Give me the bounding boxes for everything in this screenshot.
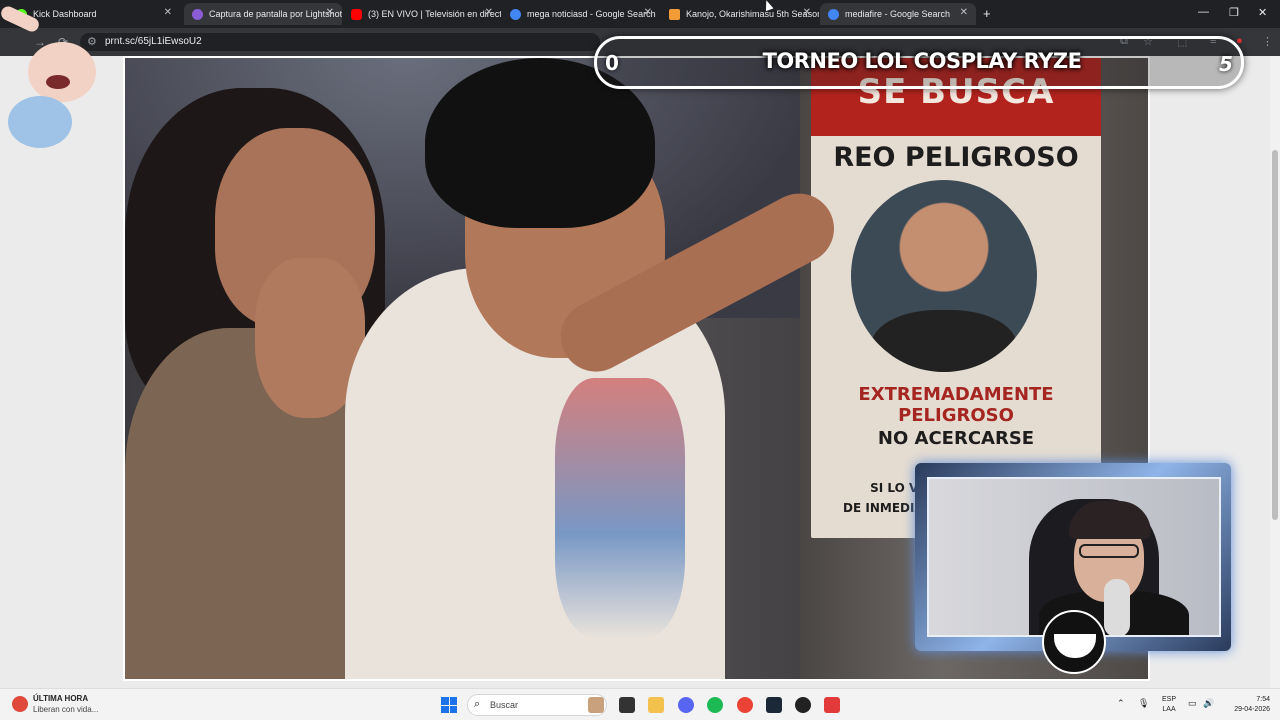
menu-kebab-icon[interactable]: ⋮ <box>1262 35 1273 48</box>
taskbar: ÚLTIMA HORA Liberan con vida... ⌕ Buscar… <box>0 688 1280 720</box>
tab-title: (3) EN VIVO | Televisión en directo <box>368 9 501 19</box>
right-score: 5 <box>1219 52 1233 76</box>
poster-title: REO PELIGROSO <box>833 142 1079 173</box>
tab-kanojo[interactable]: Kanojo, Okarishimasu 5th Season ✕ <box>661 3 819 25</box>
tab-bar: Kick Dashboard ✕ Captura de pantalla por… <box>0 0 1280 28</box>
steam-icon[interactable] <box>766 697 782 713</box>
cat-mascot-icon <box>1042 610 1106 674</box>
search-placeholder: Buscar <box>490 700 519 710</box>
task-view-icon[interactable] <box>619 697 635 713</box>
language-indicator[interactable]: ESP LAA <box>1162 695 1176 715</box>
url-text[interactable]: prnt.sc/65jL1iEwsoU2 <box>105 36 202 47</box>
tab-title: mega noticiasd - Google Search <box>527 9 656 19</box>
news-widget-subtitle[interactable]: Liberan con vida... <box>33 705 98 714</box>
clock-time: 7:54 <box>1256 696 1270 703</box>
poster-warning: EXTREMADAMENTE PELIGROSO <box>858 384 1054 426</box>
window-close-icon[interactable]: ✕ <box>1258 6 1267 19</box>
close-icon[interactable]: ✕ <box>644 7 652 18</box>
microphone-icon[interactable]: 🎙 <box>1138 698 1149 709</box>
app-badge-icon[interactable] <box>824 697 840 713</box>
close-icon[interactable]: ✕ <box>164 7 172 18</box>
minimize-icon[interactable]: — <box>1198 6 1209 18</box>
windows-start-icon[interactable] <box>441 697 457 713</box>
tab-lightshot[interactable]: Captura de pantalla por Lightshot ✕ <box>184 3 342 25</box>
close-icon[interactable]: ✕ <box>960 7 968 18</box>
close-icon[interactable]: ✕ <box>485 7 493 18</box>
search-highlight-icon[interactable] <box>588 697 604 713</box>
tab-en-vivo[interactable]: (3) EN VIVO | Televisión en directo ✕ <box>343 3 501 25</box>
baby-arm <box>1 6 39 32</box>
news-widget-title[interactable]: ÚLTIMA HORA <box>33 694 88 703</box>
cat-grin <box>1054 634 1096 658</box>
poster-instruction: NO ACERCARSE <box>877 428 1035 449</box>
streamer-glasses <box>1079 544 1139 558</box>
close-icon[interactable]: ✕ <box>803 7 811 18</box>
file-explorer-icon[interactable] <box>648 697 664 713</box>
keyboard-layout: LAA <box>1162 706 1176 713</box>
tab-mega-noticiasd[interactable]: mega noticiasd - Google Search ✕ <box>502 3 660 25</box>
baby-head <box>28 42 96 102</box>
baby-sticker <box>1 6 96 148</box>
baby-body <box>8 96 72 148</box>
streamer-cap <box>1069 501 1151 539</box>
spotify-icon[interactable] <box>707 697 723 713</box>
close-icon[interactable]: ✕ <box>326 7 334 18</box>
search-icon: ⌕ <box>474 698 481 710</box>
chrome-icon[interactable] <box>737 697 753 713</box>
tab-mediafire[interactable]: mediafire - Google Search ✕ <box>820 3 976 25</box>
clock-date: 29-04-2026 <box>1234 706 1270 713</box>
tray-expand-icon[interactable]: ⌃ <box>1117 698 1125 709</box>
network-icon[interactable]: ▭ <box>1188 698 1197 709</box>
system-clock[interactable]: 7:54 29-04-2026 <box>1222 695 1270 715</box>
mugshot-shirt <box>871 310 1017 372</box>
volume-icon[interactable]: 🔊 <box>1203 698 1214 709</box>
tab-title: Captura de pantalla por Lightshot <box>209 9 342 19</box>
tab-title: Kanojo, Okarishimasu 5th Season <box>686 9 819 19</box>
discord-icon[interactable] <box>678 697 694 713</box>
anime-site-icon <box>669 8 680 20</box>
obs-icon[interactable] <box>795 697 811 713</box>
language-code: ESP <box>1162 696 1177 703</box>
google-icon <box>510 8 521 20</box>
youtube-icon <box>351 8 362 20</box>
scrollbar-thumb[interactable] <box>1272 150 1278 520</box>
tab-title: mediafire - Google Search <box>845 9 951 19</box>
taskbar-search[interactable]: ⌕ Buscar <box>467 694 607 716</box>
tshirt-print <box>555 378 685 638</box>
google-icon <box>828 8 839 20</box>
tournament-banner: 0 TORNEO LOL COSPLAY RYZE 5 <box>594 36 1244 89</box>
mugshot-photo <box>851 180 1037 372</box>
lightshot-icon <box>192 8 203 20</box>
restore-icon[interactable]: ❐ <box>1229 6 1239 19</box>
new-tab-icon[interactable]: + <box>983 6 991 21</box>
banner-title: TORNEO LOL COSPLAY RYZE <box>762 49 1082 73</box>
poster-footer: SI LO VE, DE INMEDIAT <box>843 481 931 515</box>
news-widget-icon[interactable] <box>12 696 28 712</box>
microphone <box>1104 579 1130 635</box>
baby-mouth <box>46 75 70 89</box>
